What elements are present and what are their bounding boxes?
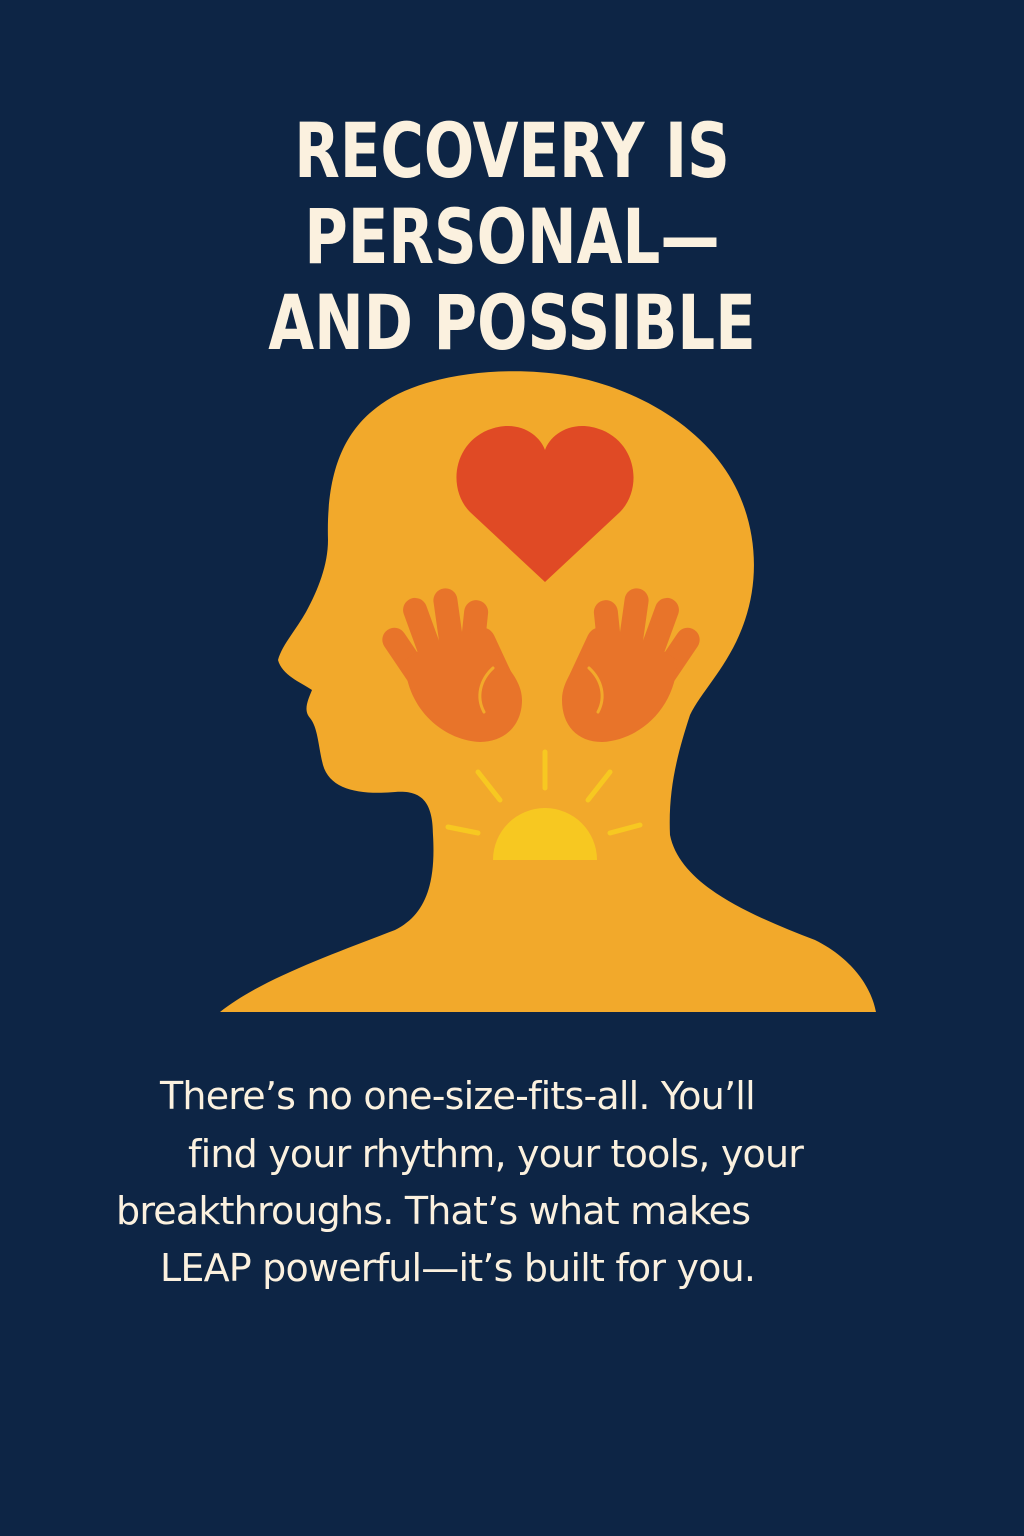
body-line-4: LEAP powerful—it’s built for you. xyxy=(160,1246,756,1290)
illustration xyxy=(220,371,876,1012)
body-line-2: find your rhythm, your tools, your xyxy=(188,1132,804,1176)
body-line-3: breakthroughs. That’s what makes xyxy=(116,1189,751,1233)
body-line-1: There’s no one-size-fits-all. You’ll xyxy=(160,1074,756,1118)
poster: RECOVERY IS PERSONAL— AND POSSIBLE There… xyxy=(0,0,1024,1536)
